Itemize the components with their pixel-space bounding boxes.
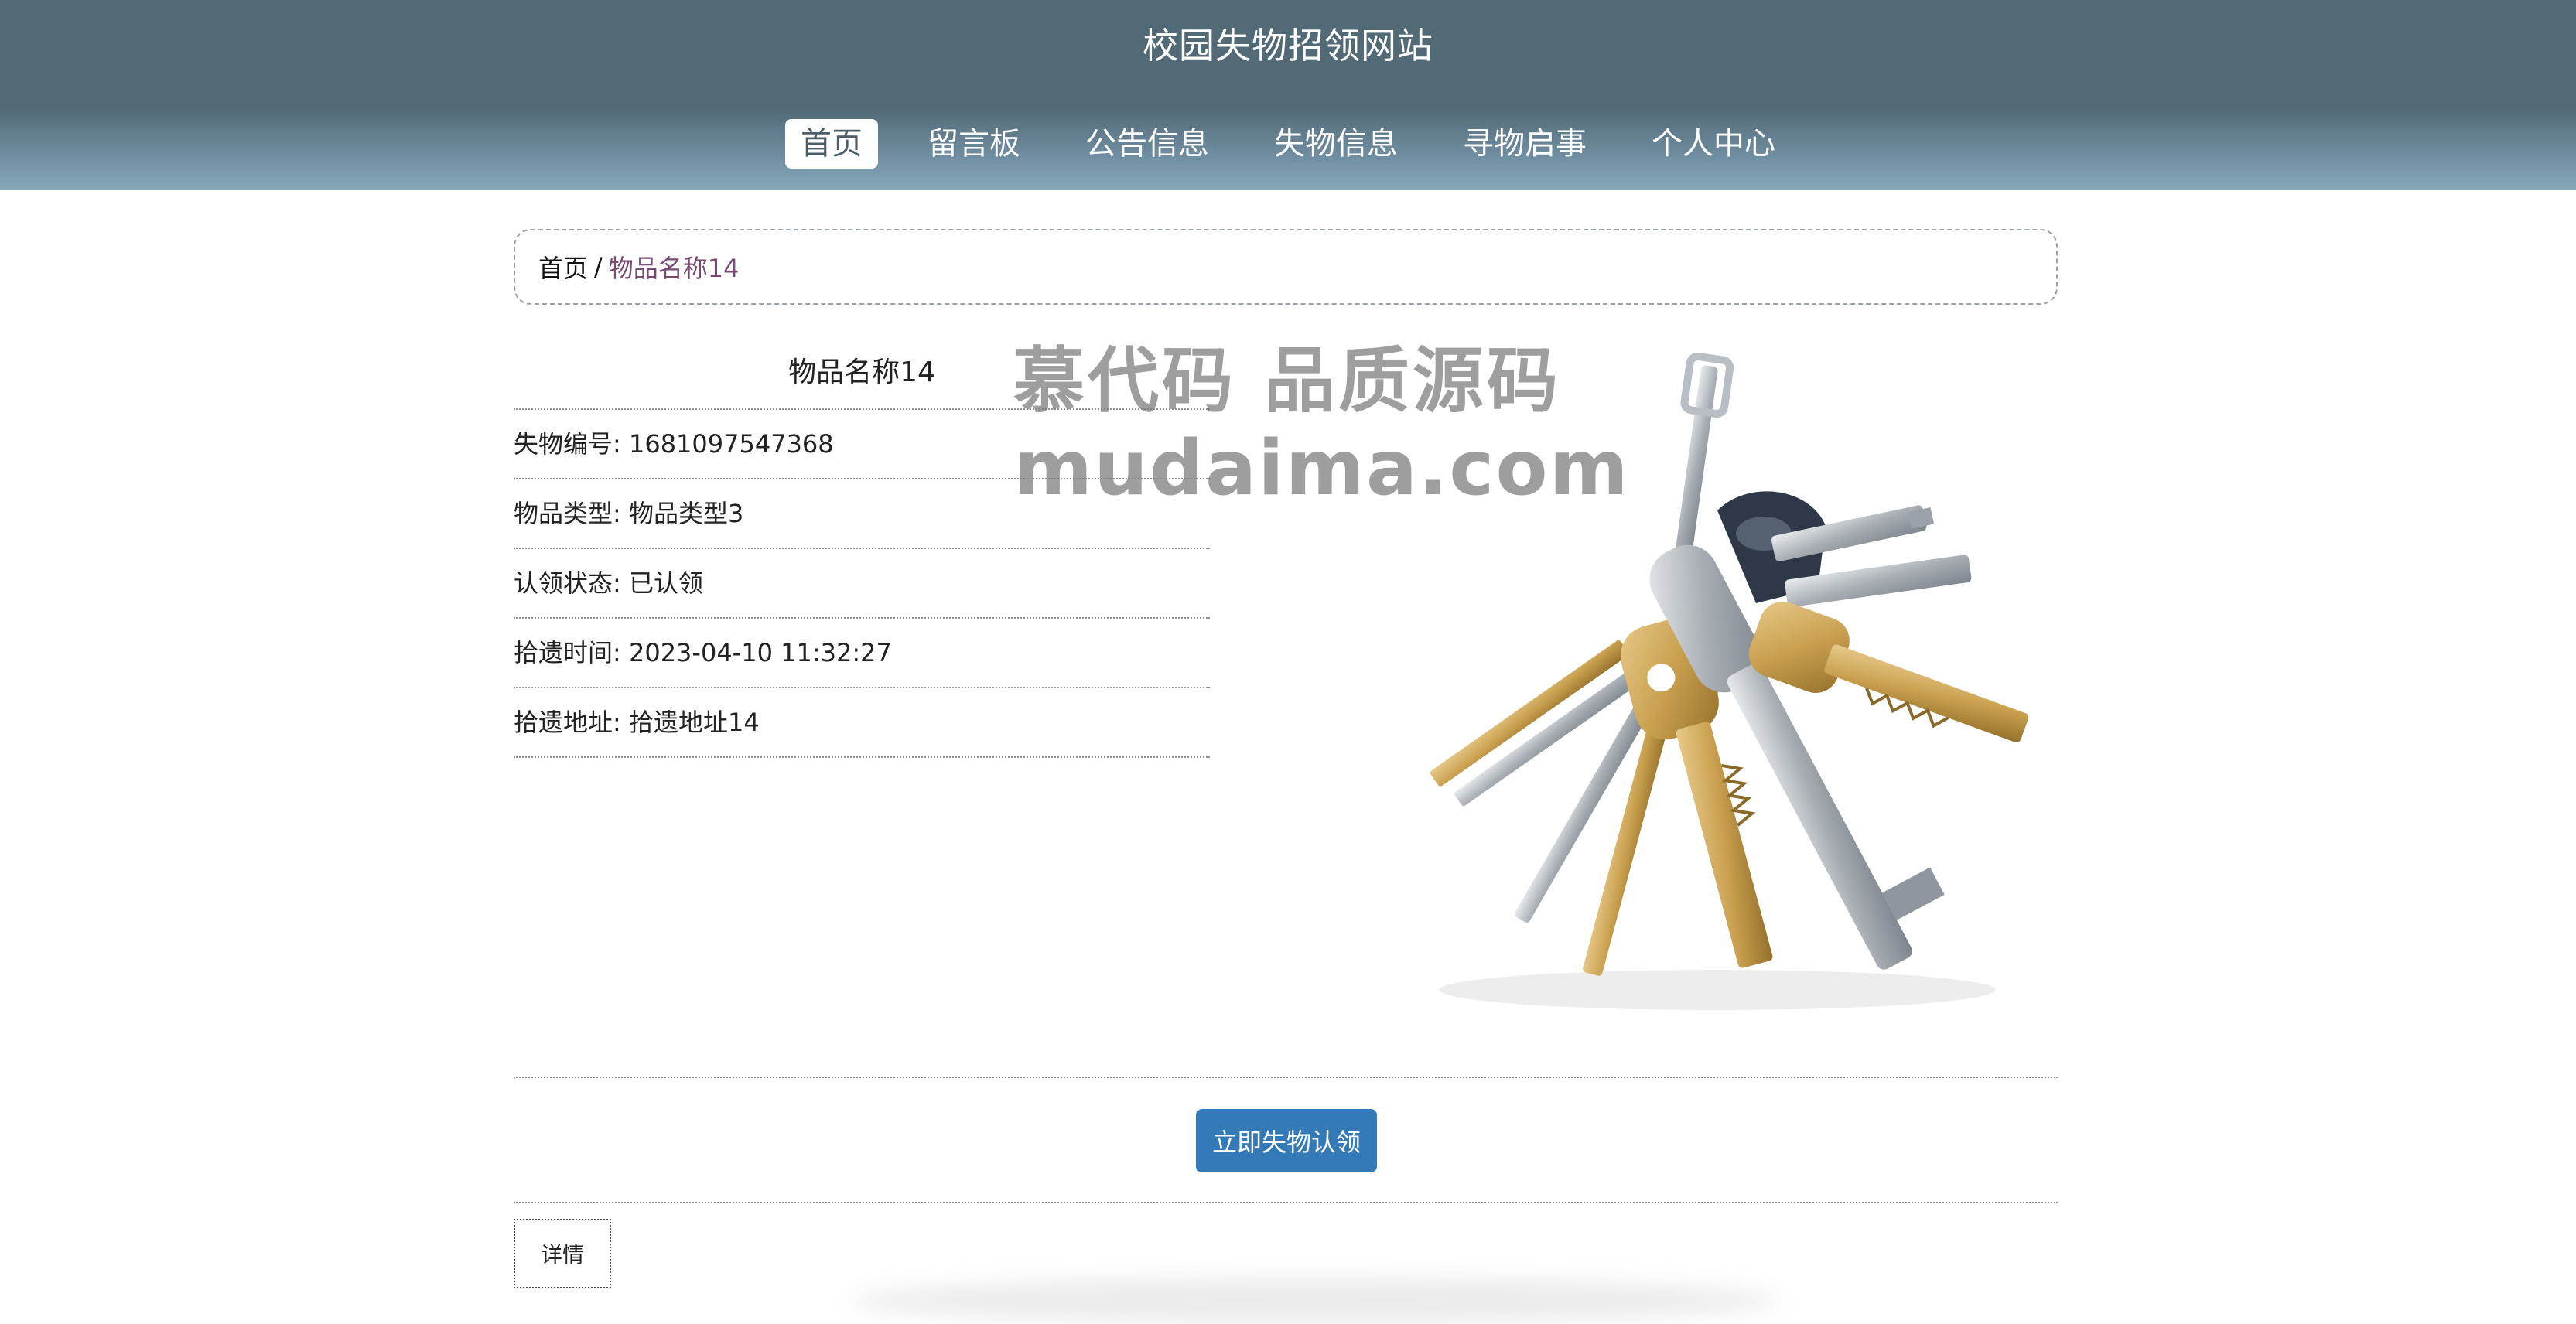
field-label: 物品类型 bbox=[514, 499, 613, 528]
nav-item-message-board[interactable]: 留言板 bbox=[912, 119, 1036, 169]
site-title: 校园失物招领网站 bbox=[1143, 25, 1433, 67]
breadcrumb: 首页 / 物品名称14 bbox=[514, 229, 2058, 305]
field-label: 认领状态 bbox=[514, 568, 613, 598]
nav-item-announcements[interactable]: 公告信息 bbox=[1070, 119, 1225, 169]
divider bbox=[514, 1077, 2058, 1078]
breadcrumb-current: 物品名称14 bbox=[608, 254, 740, 283]
nav-item-lost-items[interactable]: 失物信息 bbox=[1259, 119, 1413, 169]
field-item-type: 物品类型: 物品类型3 bbox=[514, 479, 1210, 549]
field-value: 1681097547368 bbox=[628, 429, 834, 459]
field-claim-status: 认领状态: 已认领 bbox=[514, 549, 1210, 619]
field-found-time: 拾遗时间: 2023-04-10 11:32:27 bbox=[514, 619, 1210, 688]
nav-item-personal-center[interactable]: 个人中心 bbox=[1636, 119, 1791, 169]
breadcrumb-separator: / bbox=[594, 252, 603, 282]
field-label: 失物编号 bbox=[514, 429, 613, 459]
panel-shadow bbox=[851, 1278, 1779, 1324]
main-nav: 首页 留言板 公告信息 失物信息 寻物启事 个人中心 bbox=[0, 118, 2576, 170]
item-title: 物品名称14 bbox=[514, 340, 1210, 410]
item-detail-panel: 物品名称14 失物编号: 1681097547368 物品类型: 物品类型3 认… bbox=[514, 340, 1210, 758]
divider bbox=[514, 1202, 2058, 1203]
field-value: 物品类型3 bbox=[628, 499, 744, 528]
field-value: 已认领 bbox=[628, 568, 703, 598]
field-value: 拾遗地址14 bbox=[628, 708, 760, 737]
field-item-number: 失物编号: 1681097547368 bbox=[514, 410, 1210, 479]
item-image-keys bbox=[1430, 353, 2029, 1010]
field-label: 拾遗时间 bbox=[514, 638, 613, 667]
field-label: 拾遗地址 bbox=[514, 708, 613, 737]
breadcrumb-home-link[interactable]: 首页 bbox=[538, 249, 588, 285]
field-value: 2023-04-10 11:32:27 bbox=[628, 638, 892, 667]
site-header: 校园失物招领网站 首页 留言板 公告信息 失物信息 寻物启事 个人中心 bbox=[0, 0, 2576, 190]
nav-item-lost-notices[interactable]: 寻物启事 bbox=[1447, 119, 1602, 169]
nav-item-home[interactable]: 首页 bbox=[785, 119, 878, 169]
claim-item-button[interactable]: 立即失物认领 bbox=[1196, 1109, 1377, 1172]
tab-detail[interactable]: 详情 bbox=[514, 1219, 611, 1288]
field-found-address: 拾遗地址: 拾遗地址14 bbox=[514, 688, 1210, 758]
